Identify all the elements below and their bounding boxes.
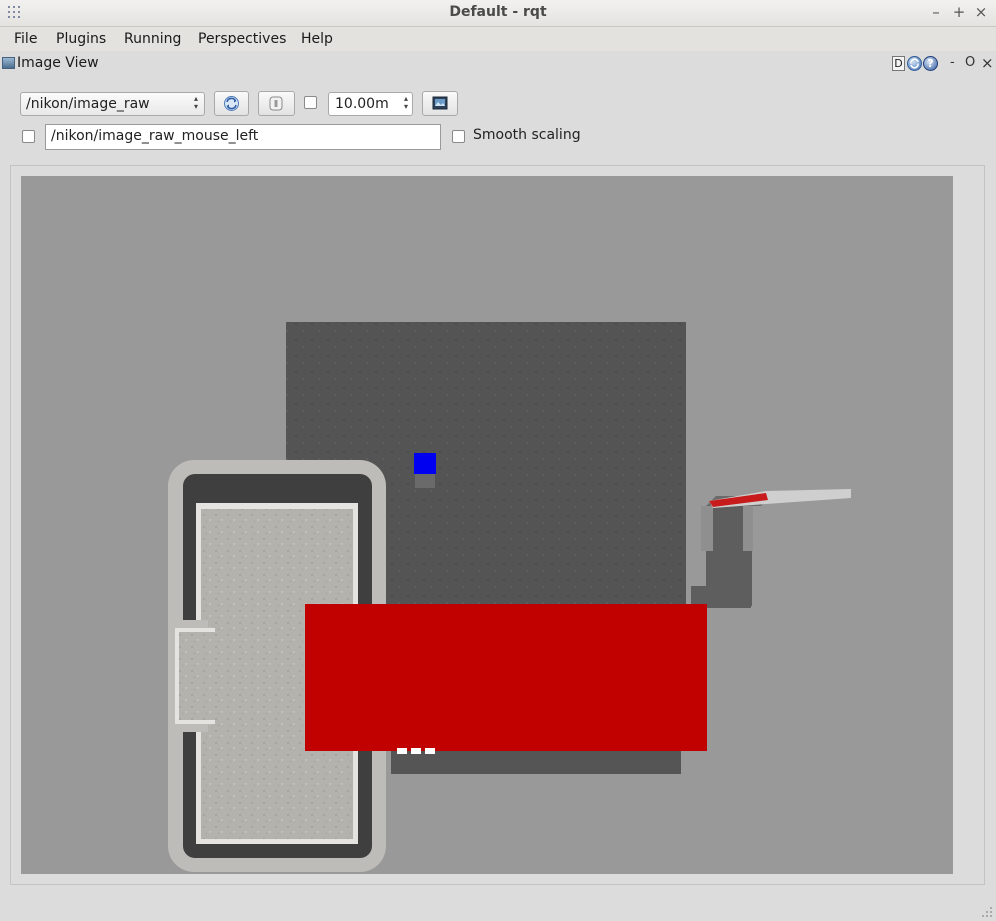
- max-range-value: 10.00m: [335, 96, 389, 112]
- refresh-topics-button[interactable]: [214, 91, 249, 116]
- smooth-scaling-label: Smooth scaling: [473, 127, 581, 143]
- dock-title-bar: Image View: [0, 52, 996, 76]
- zoom-original-icon: [269, 96, 283, 111]
- publish-mouse-checkbox[interactable]: [22, 130, 35, 143]
- topic-combobox-value: /nikon/image_raw: [26, 96, 150, 112]
- image-view-icon: [2, 57, 15, 69]
- window-title: Default - rqt: [449, 4, 547, 20]
- zoom-1-button[interactable]: [258, 91, 295, 116]
- menu-perspectives[interactable]: Perspectives: [198, 31, 286, 47]
- spin-arrows-icon: ▴ ▾: [403, 94, 408, 111]
- smooth-scaling-checkbox[interactable]: [452, 130, 465, 143]
- close-window-button[interactable]: ×: [972, 3, 990, 21]
- camera-image[interactable]: [21, 176, 953, 874]
- refresh-icon: [224, 96, 239, 111]
- max-range-spinbox[interactable]: 10.00m ▴ ▾: [328, 92, 413, 116]
- size-grip-icon[interactable]: [981, 906, 993, 918]
- status-bar: [0, 901, 996, 921]
- dock-float-button[interactable]: O: [965, 55, 975, 70]
- red-box: [305, 604, 707, 751]
- dock-title: Image View: [17, 55, 99, 71]
- menu-bar: File Plugins Running Perspectives Help: [0, 27, 996, 51]
- menu-file[interactable]: File: [14, 31, 37, 47]
- camera-image-svg: [168, 322, 851, 872]
- save-image-icon: [432, 96, 448, 110]
- save-image-button[interactable]: [422, 91, 458, 116]
- reload-plugin-icon[interactable]: [907, 56, 922, 71]
- dynamic-range-checkbox[interactable]: [304, 96, 317, 109]
- minimize-window-button[interactable]: –: [927, 3, 945, 21]
- maximize-window-button[interactable]: +: [950, 3, 968, 21]
- marker-shadow: [415, 472, 435, 488]
- menu-plugins[interactable]: Plugins: [56, 31, 106, 47]
- menu-help[interactable]: Help: [301, 31, 333, 47]
- topic-combobox[interactable]: /nikon/image_raw ▴ ▾: [20, 92, 205, 116]
- blue-marker: [414, 453, 436, 474]
- debug-d-icon[interactable]: D: [892, 56, 905, 71]
- help-icon[interactable]: ?: [923, 56, 938, 71]
- combo-arrows-icon: ▴ ▾: [193, 94, 198, 111]
- mouse-topic-input[interactable]: /nikon/image_raw_mouse_left: [45, 124, 441, 150]
- dock-minimize-button[interactable]: -: [950, 55, 955, 70]
- menu-running[interactable]: Running: [124, 31, 181, 47]
- title-bar: Default - rqt – + ×: [0, 0, 996, 27]
- dock-close-button[interactable]: ×: [981, 54, 994, 72]
